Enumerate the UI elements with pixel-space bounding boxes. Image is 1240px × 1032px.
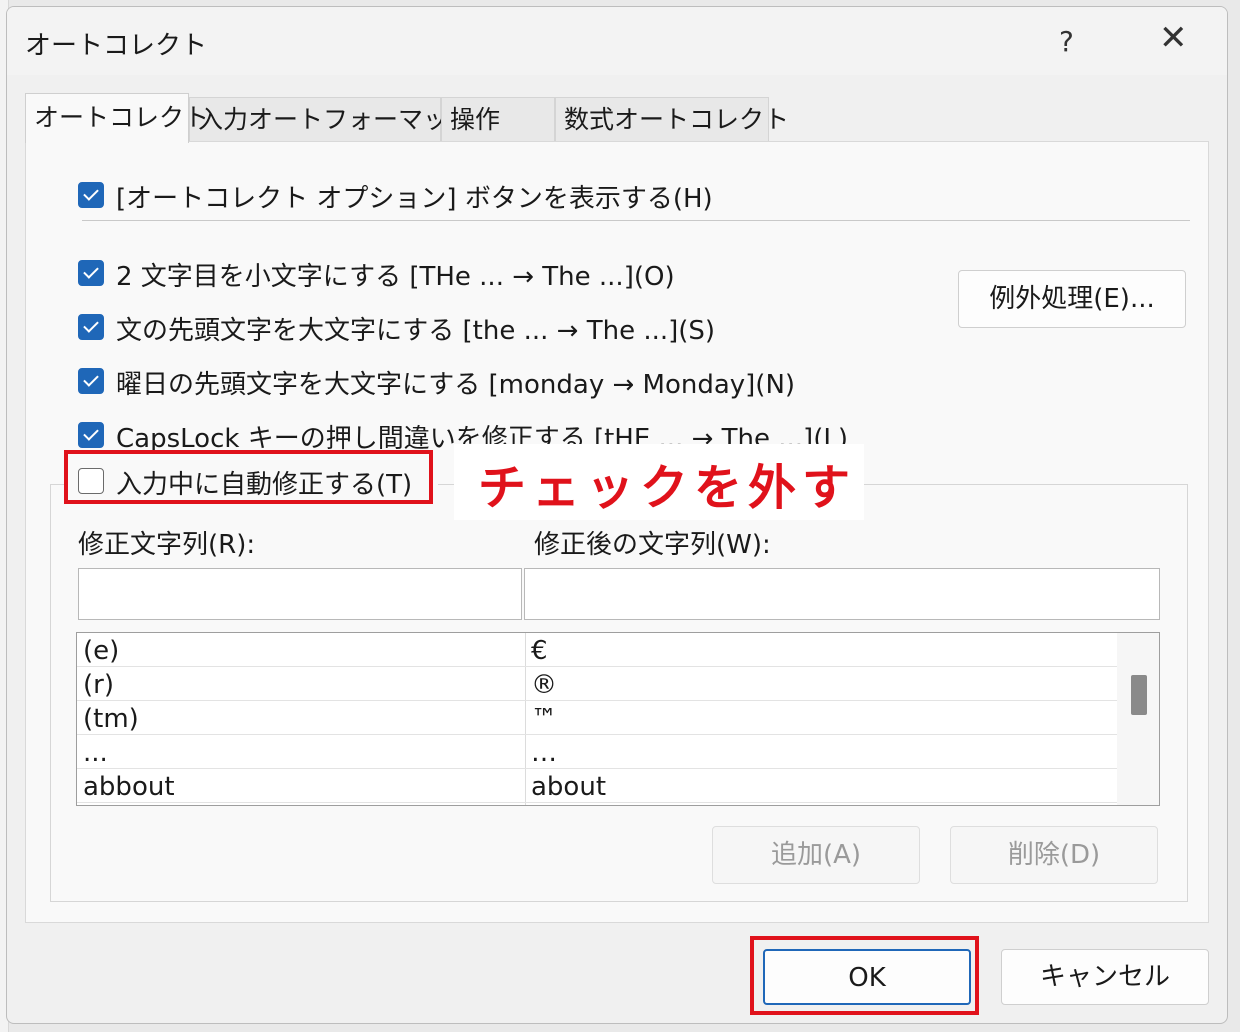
tab-math-autocorrect[interactable]: 数式オートコレクト — [555, 97, 789, 141]
annotation-highlight-ok — [750, 936, 979, 1015]
sentence-cap-checkbox[interactable] — [78, 314, 104, 340]
day-names-cap-checkbox[interactable] — [78, 368, 104, 394]
add-button[interactable]: 追加(A) — [712, 826, 920, 884]
help-button[interactable]: ? — [1059, 25, 1074, 58]
replace-field-label: 修正文字列(R): — [78, 530, 256, 560]
tab-autoformat-as-you-type[interactable]: 入力オートフォーマット — [189, 97, 473, 141]
cancel-button[interactable]: キャンセル — [1001, 949, 1209, 1005]
delete-button[interactable]: 削除(D) — [950, 826, 1158, 884]
replace-input[interactable] — [78, 568, 522, 620]
two-initial-caps-label: 2 文字目を小文字にする [THe ... → The ...](O) — [116, 262, 675, 292]
title-bar: オートコレクト ? ✕ — [7, 7, 1227, 75]
autocorrect-panel: [オートコレクト オプション] ボタンを表示する(H) 2 文字目を小文字にする… — [25, 141, 1209, 923]
annotation-text: チェックを外す — [478, 460, 857, 516]
list-item[interactable]: ... … — [77, 735, 1117, 769]
sentence-cap-label: 文の先頭文字を大文字にする [the ... → The ...](S) — [116, 316, 716, 346]
with-input[interactable] — [524, 568, 1160, 620]
tab-actions[interactable]: 操作 — [441, 97, 555, 141]
separator — [82, 220, 1190, 221]
capslock-checkbox[interactable] — [78, 422, 104, 448]
annotation-highlight-checkbox — [64, 450, 433, 504]
list-item[interactable]: (r) ® — [77, 667, 1117, 701]
autocorrect-entries-list[interactable]: (e) € (r) ® (tm) ™ ... … abbout about — [76, 632, 1160, 806]
scrollbar-thumb[interactable] — [1131, 675, 1147, 715]
dialog-title: オートコレクト — [25, 31, 208, 61]
list-scrollbar[interactable] — [1117, 633, 1159, 805]
day-names-cap-label: 曜日の先頭文字を大文字にする [monday → Monday](N) — [116, 370, 796, 400]
show-buttons-label: [オートコレクト オプション] ボタンを表示する(H) — [116, 184, 713, 214]
close-icon[interactable]: ✕ — [1159, 21, 1188, 55]
exceptions-button[interactable]: 例外処理(E)... — [958, 270, 1186, 328]
list-item[interactable]: abbout about — [77, 769, 1117, 803]
list-item[interactable]: (tm) ™ — [77, 701, 1117, 735]
with-field-label: 修正後の文字列(W): — [534, 530, 771, 560]
tab-autocorrect[interactable]: オートコレクト — [25, 93, 209, 143]
show-buttons-checkbox[interactable] — [78, 182, 104, 208]
list-item[interactable]: (e) € — [77, 633, 1117, 667]
two-initial-caps-checkbox[interactable] — [78, 260, 104, 286]
annotation-callout: チェックを外す — [454, 444, 864, 520]
